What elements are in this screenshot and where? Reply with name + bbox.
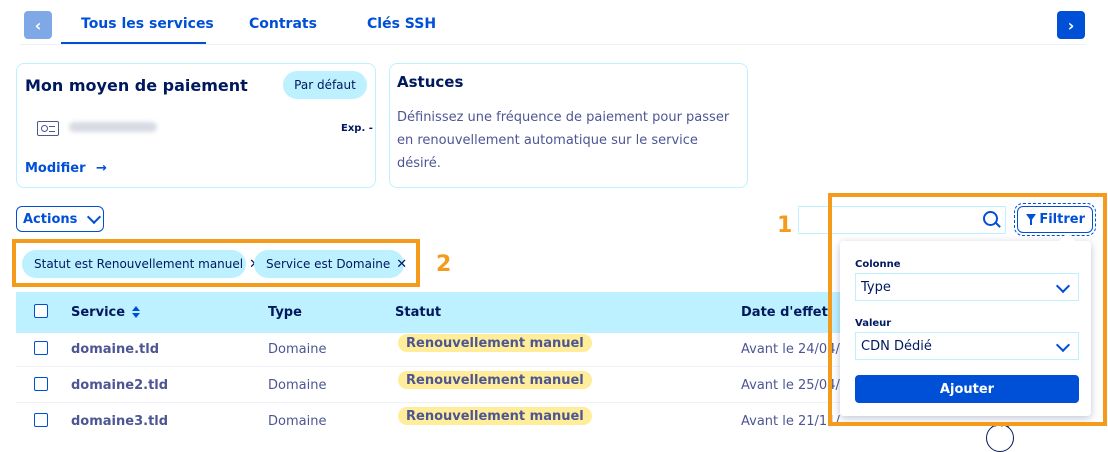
row-checkbox[interactable]: [34, 377, 48, 391]
status-badge: Renouvellement manuel: [398, 407, 592, 425]
tab-all-services[interactable]: Tous les services: [81, 16, 214, 32]
row-checkbox[interactable]: [34, 341, 48, 355]
tabs-divider: [20, 44, 1086, 45]
service-type: Domaine: [268, 342, 327, 357]
masked-card-number: [69, 122, 157, 132]
select-all-checkbox[interactable]: [34, 304, 48, 318]
column-header-status: Statut: [395, 305, 442, 320]
card-expiry: Exp. -: [341, 123, 373, 134]
service-type: Domaine: [268, 378, 327, 393]
status-badge: Renouvellement manuel: [398, 371, 592, 389]
annotation-marker-1: 1: [777, 213, 793, 238]
tab-contracts[interactable]: Contrats: [249, 16, 317, 32]
annotation-box-2: [12, 239, 420, 287]
chevron-right-icon: ›: [1067, 15, 1075, 35]
tips-title: Astuces: [397, 73, 464, 91]
service-name[interactable]: domaine2.tld: [71, 378, 168, 393]
service-name[interactable]: domaine.tld: [71, 342, 159, 357]
column-header-type: Type: [268, 305, 302, 320]
row-divider: [16, 402, 840, 403]
column-header-date: Date d'effet: [741, 305, 828, 320]
tips-text: Définissez une fréquence de paiement pou…: [397, 110, 730, 171]
actions-label: Actions: [23, 211, 78, 227]
tab-ssh-keys[interactable]: Clés SSH: [367, 16, 436, 32]
status-badge: Renouvellement manuel: [398, 334, 592, 352]
annotation-box-1: [828, 193, 1107, 426]
service-type: Domaine: [268, 414, 327, 429]
column-header-service[interactable]: Service: [71, 305, 125, 320]
credit-card-icon: [37, 121, 59, 136]
default-badge: Par défaut: [283, 71, 367, 99]
previous-tab-button[interactable]: ‹: [24, 11, 52, 39]
row-divider: [16, 366, 840, 367]
active-tab-indicator: [61, 42, 206, 44]
modify-payment-link[interactable]: Modifier →: [25, 161, 107, 176]
more-options-button[interactable]: [986, 419, 1014, 452]
arrow-right-icon: →: [96, 161, 107, 176]
chevron-down-icon: [87, 209, 102, 225]
next-tab-button[interactable]: ›: [1057, 11, 1085, 39]
annotation-marker-2: 2: [436, 252, 452, 277]
service-name[interactable]: domaine3.tld: [71, 414, 168, 429]
payment-card-title: Mon moyen de paiement: [25, 76, 248, 95]
chevron-left-icon: ‹: [34, 15, 42, 35]
row-checkbox[interactable]: [34, 413, 48, 427]
modify-link-label: Modifier: [25, 161, 86, 176]
actions-dropdown-button[interactable]: Actions: [16, 206, 104, 232]
effective-date: Avant le 21/11/: [741, 414, 840, 429]
